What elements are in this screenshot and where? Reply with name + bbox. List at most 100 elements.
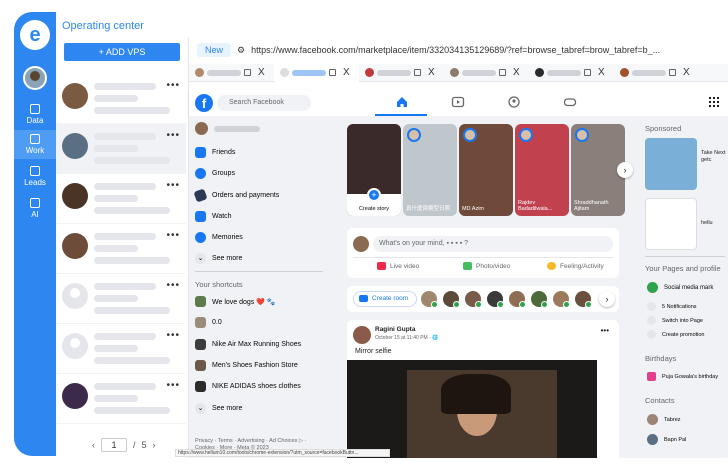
page-item[interactable]: Social media mark: [647, 282, 713, 293]
more-options-icon[interactable]: •••: [166, 180, 180, 191]
post-author[interactable]: Ragini Gupta: [375, 326, 415, 333]
home-icon[interactable]: [395, 96, 409, 108]
url-input[interactable]: https://www.facebook.com/marketplace/ite…: [251, 45, 660, 55]
story-card[interactable]: MD Azim: [459, 124, 513, 216]
page-action[interactable]: 5 Notifications: [647, 302, 697, 311]
left-nav-orders[interactable]: Orders and payments: [193, 188, 279, 203]
tab-copy-icon[interactable]: [499, 69, 506, 76]
page-action[interactable]: Switch into Page: [647, 316, 703, 325]
left-nav-memories[interactable]: Memories: [195, 232, 243, 243]
more-options-icon[interactable]: •••: [166, 80, 180, 91]
close-icon[interactable]: X: [513, 67, 520, 78]
user-avatar[interactable]: [23, 66, 47, 90]
photo-video-button[interactable]: Photo/video: [463, 262, 510, 270]
browser-status-url: https://www.hellum10.com/tools/chrome-ex…: [175, 449, 390, 457]
sponsored-image[interactable]: [645, 198, 697, 250]
left-nav-see-more[interactable]: ⌄ See more: [195, 253, 242, 264]
rail-item-work[interactable]: Work: [14, 130, 56, 159]
browser-tab[interactable]: X: [444, 64, 529, 82]
shortcut-see-more[interactable]: ⌄ See more: [195, 403, 242, 414]
tab-copy-icon[interactable]: [584, 69, 591, 76]
site-info-icon[interactable]: ⚙: [237, 45, 245, 56]
profile-shortcut[interactable]: [195, 122, 260, 135]
more-options-icon[interactable]: •••: [166, 230, 180, 241]
story-card[interactable]: 真什麼兩類型日照: [403, 124, 457, 216]
create-story-card[interactable]: + Create story: [347, 124, 401, 216]
menu-grid-icon[interactable]: [707, 96, 721, 108]
contact-avatar[interactable]: [509, 291, 526, 308]
composer-input[interactable]: What's on your mind, ▪ ▪ ▪ ▪ ?: [373, 236, 613, 252]
add-vps-button[interactable]: + ADD VPS: [64, 43, 180, 61]
tab-copy-icon[interactable]: [669, 69, 676, 76]
avatar[interactable]: [353, 326, 371, 344]
contact-avatar[interactable]: [553, 291, 570, 308]
rooms-next-button[interactable]: ›: [599, 291, 615, 307]
profile-row[interactable]: •••: [56, 374, 186, 424]
shortcut-item[interactable]: Men's Shoes Fashion Store: [195, 360, 298, 371]
profile-row[interactable]: •••: [56, 224, 186, 274]
left-nav-watch[interactable]: Watch: [195, 211, 232, 222]
tab-copy-icon[interactable]: [414, 69, 421, 76]
birthday-item[interactable]: Puja Gowala's birthday: [647, 372, 718, 381]
post-menu-icon[interactable]: •••: [601, 326, 609, 335]
next-page-button[interactable]: ›: [153, 440, 156, 450]
page-number-input[interactable]: 1: [101, 438, 127, 452]
contact-avatar[interactable]: [575, 291, 592, 308]
shortcut-item[interactable]: 0.0: [195, 317, 222, 328]
groups-icon[interactable]: [507, 96, 521, 108]
contact-avatar[interactable]: [465, 291, 482, 308]
tab-copy-icon[interactable]: [244, 69, 251, 76]
left-nav-groups[interactable]: Groups: [195, 168, 235, 179]
tab-copy-icon[interactable]: [329, 69, 336, 76]
prev-page-button[interactable]: ‹: [92, 440, 95, 450]
sponsored-image[interactable]: [645, 138, 697, 190]
browser-tab[interactable]: X: [359, 64, 444, 82]
shortcut-item[interactable]: We love dogs ❤️ 🐾: [195, 296, 276, 307]
story-card[interactable]: Rajdev Badadilwala...: [515, 124, 569, 216]
shortcut-item[interactable]: NIKE ADIDAS shoes clothes: [195, 381, 301, 392]
close-icon[interactable]: X: [343, 67, 350, 78]
profile-row[interactable]: •••: [56, 124, 186, 174]
rail-item-data[interactable]: Data: [14, 104, 56, 125]
more-options-icon[interactable]: •••: [166, 380, 180, 391]
more-options-icon[interactable]: •••: [166, 130, 180, 141]
contact-avatar[interactable]: [421, 291, 438, 308]
more-options-icon[interactable]: •••: [166, 330, 180, 341]
facebook-logo[interactable]: f: [195, 94, 213, 112]
gaming-icon[interactable]: [563, 96, 577, 108]
sponsored-text[interactable]: hellu: [701, 220, 713, 226]
new-tab-button[interactable]: New: [197, 43, 232, 57]
contact-avatar[interactable]: [487, 291, 504, 308]
facebook-search-input[interactable]: Search Facebook: [217, 95, 311, 111]
feeling-button[interactable]: Feeling/Activity: [547, 262, 604, 270]
close-icon[interactable]: X: [598, 67, 605, 78]
story-next-button[interactable]: ›: [617, 162, 633, 178]
browser-tab[interactable]: X: [529, 64, 614, 82]
watch-icon[interactable]: [451, 96, 465, 108]
more-options-icon[interactable]: •••: [166, 280, 180, 291]
profile-row[interactable]: •••: [56, 274, 186, 324]
contact-item[interactable]: Bapn Pal: [647, 434, 686, 445]
left-nav-friends[interactable]: Friends: [195, 147, 235, 158]
browser-tab[interactable]: X: [614, 64, 699, 82]
close-icon[interactable]: X: [428, 67, 435, 78]
browser-tab-active[interactable]: X: [274, 63, 359, 82]
profile-row[interactable]: •••: [56, 74, 186, 124]
rail-item-leads[interactable]: Leads: [14, 166, 56, 187]
close-icon[interactable]: X: [683, 67, 690, 78]
close-icon[interactable]: X: [258, 67, 265, 78]
browser-tab[interactable]: X: [189, 64, 274, 82]
page-action[interactable]: Create promotion: [647, 330, 705, 339]
shortcut-item[interactable]: Nike Air Max Running Shoes: [195, 339, 301, 350]
post-image[interactable]: [347, 360, 597, 458]
contact-avatar[interactable]: [531, 291, 548, 308]
post-timestamp[interactable]: October 15 at 11:40 PM · 🌐: [375, 335, 438, 341]
profile-row[interactable]: •••: [56, 174, 186, 224]
create-room-button[interactable]: Create room: [353, 291, 418, 307]
rail-item-ai[interactable]: AI: [14, 198, 56, 219]
contact-avatar[interactable]: [443, 291, 460, 308]
sponsored-text[interactable]: Take Next getc: [701, 150, 727, 164]
live-video-button[interactable]: Live video: [377, 262, 419, 270]
profile-row[interactable]: •••: [56, 324, 186, 374]
contact-item[interactable]: Tabrez: [647, 414, 681, 425]
